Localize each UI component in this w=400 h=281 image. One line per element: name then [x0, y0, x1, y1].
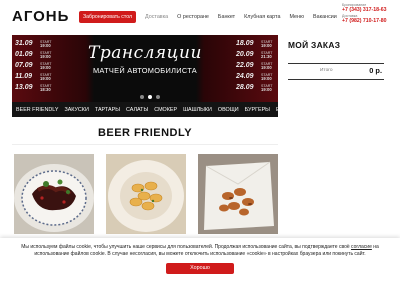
- schedule-time: START 19:00: [261, 73, 272, 81]
- schedule-item: 24.09 START 19:00: [236, 72, 272, 81]
- nav-item-club-card[interactable]: Клубная карта: [244, 14, 280, 20]
- schedule-item: 18.09 START 19:00: [236, 39, 272, 48]
- schedule-date: 20.09: [236, 51, 254, 58]
- start-time: 18:30: [40, 86, 51, 92]
- schedule-item: 22.09 START 19:00: [236, 61, 272, 70]
- nav-item-delivery[interactable]: Доставка: [145, 14, 168, 20]
- category-salads[interactable]: САЛАТЫ: [126, 107, 148, 113]
- nav-item-vacancies[interactable]: Вакансии: [313, 14, 337, 20]
- site-header: АГОНЬ Забронировать стол Доставка О рест…: [0, 0, 400, 34]
- schedule-date: 24.09: [236, 73, 254, 80]
- category-burgers[interactable]: БУРГЕРЫ: [245, 107, 270, 113]
- schedule-date: 18.09: [236, 40, 254, 47]
- main-nav: Доставка О ресторане Банкет Клубная карт…: [145, 14, 337, 20]
- banner-dot[interactable]: [156, 95, 160, 99]
- category-bar: BEER FRIENDLY ЗАКУСКИ ТАРТАРЫ САЛАТЫ СМО…: [12, 102, 293, 117]
- banner-dot-active[interactable]: [148, 95, 152, 99]
- category-more[interactable]: Еще ⌄: [276, 107, 293, 113]
- schedule-date: 13.09: [15, 84, 33, 91]
- category-vegetables[interactable]: ОВОЩИ: [218, 107, 239, 113]
- promo-banner[interactable]: 31.09 START 19:00 01.09 START 19:00 07.09 START…: [12, 35, 278, 102]
- category-smoker[interactable]: СМОКЕР: [154, 107, 177, 113]
- chevron-down-icon: ⌄: [288, 106, 293, 113]
- schedule-date: 01.09: [15, 51, 33, 58]
- cookie-accept-button[interactable]: Хорошо: [166, 263, 234, 274]
- schedule-time: START 21:30: [261, 51, 272, 59]
- schedule-left: 31.09 START 19:00 01.09 START 19:00 07.09 START…: [15, 39, 51, 92]
- schedule-time: START 18:30: [40, 84, 51, 92]
- category-snacks[interactable]: ЗАКУСКИ: [64, 107, 88, 113]
- schedule-item: 07.09 START 19:00: [15, 61, 51, 70]
- divider: [12, 144, 278, 145]
- ribs-dish-image: [14, 154, 94, 234]
- site-logo[interactable]: АГОНЬ: [12, 8, 69, 25]
- divider: [288, 63, 384, 64]
- schedule-time: START 19:00: [40, 40, 51, 48]
- start-time: 19:00: [40, 42, 51, 48]
- start-time: 19:00: [40, 64, 51, 70]
- consent-link[interactable]: согласие: [351, 244, 372, 250]
- section-title: BEER FRIENDLY: [97, 127, 193, 139]
- category-shashlik[interactable]: ШАШЛЫКИ: [183, 107, 212, 113]
- schedule-time: START 19:00: [261, 40, 272, 48]
- schedule-date: 07.09: [15, 62, 33, 69]
- divider: [288, 79, 384, 80]
- schedule-time: START 19:00: [40, 51, 51, 59]
- start-time: 19:00: [261, 75, 272, 81]
- start-time: 19:00: [40, 75, 51, 81]
- category-beer-friendly[interactable]: BEER FRIENDLY: [16, 107, 58, 113]
- category-tartars[interactable]: ТАРТАРЫ: [95, 107, 120, 113]
- schedule-item: 13.09 START 18:30: [15, 83, 51, 92]
- product-card-pasta[interactable]: [106, 154, 186, 234]
- banner-title: Трансляции: [88, 43, 202, 63]
- banner-pagination: [140, 95, 160, 99]
- nav-item-menu[interactable]: Меню: [289, 14, 304, 20]
- start-time: 21:30: [261, 53, 272, 59]
- order-total-value: 0 р.: [369, 66, 382, 75]
- schedule-item: 11.09 START 19:00: [15, 72, 51, 81]
- schedule-item: 01.09 START 19:00: [15, 50, 51, 59]
- start-time: 19:00: [261, 64, 272, 70]
- start-time: 19:00: [261, 42, 272, 48]
- banner-subtitle: МАТЧЕЙ АВТОМОБИЛИСТА: [92, 66, 198, 75]
- booking-phone[interactable]: +7 (343) 317-18-63: [342, 7, 398, 13]
- schedule-time: START 19:00: [261, 62, 272, 70]
- schedule-time: START 19:00: [40, 73, 51, 81]
- schedule-date: 28.09: [236, 84, 254, 91]
- schedule-date: 31.09: [15, 40, 33, 47]
- product-card-nuts[interactable]: [198, 154, 278, 234]
- contacts: Бронирование +7 (343) 317-18-63 Доставка…: [342, 3, 398, 25]
- product-card-ribs[interactable]: [14, 154, 94, 234]
- nav-item-banquet[interactable]: Банкет: [218, 14, 235, 20]
- cookie-banner: Мы используем файлы cookie, чтобы улучши…: [0, 238, 400, 281]
- schedule-time: START 19:00: [40, 62, 51, 70]
- order-title: МОЙ ЗАКАЗ: [288, 40, 341, 50]
- schedule-item: 31.09 START 19:00: [15, 39, 51, 48]
- reserve-table-button[interactable]: Забронировать стол: [79, 11, 136, 23]
- pasta-dish-image: [106, 154, 186, 234]
- schedule-time: START 19:00: [261, 84, 272, 92]
- start-time: 19:00: [40, 53, 51, 59]
- delivery-phone[interactable]: +7 (982) 710-17-80: [342, 18, 398, 24]
- banner-dot[interactable]: [140, 95, 144, 99]
- nuts-dish-image: [198, 154, 278, 234]
- schedule-date: 22.09: [236, 62, 254, 69]
- order-total-label: Итого: [320, 68, 333, 73]
- cookie-text: Мы используем файлы cookie, чтобы улучши…: [21, 244, 379, 257]
- start-time: 19:00: [261, 86, 272, 92]
- nav-item-about[interactable]: О ресторане: [177, 14, 209, 20]
- schedule-item: 28.09 START 19:00: [236, 83, 272, 92]
- schedule-date: 11.09: [15, 73, 32, 80]
- schedule-item: 20.09 START 21:30: [236, 50, 272, 59]
- schedule-right: 18.09 START 19:00 20.09 START 21:30 22.09 START…: [236, 39, 272, 92]
